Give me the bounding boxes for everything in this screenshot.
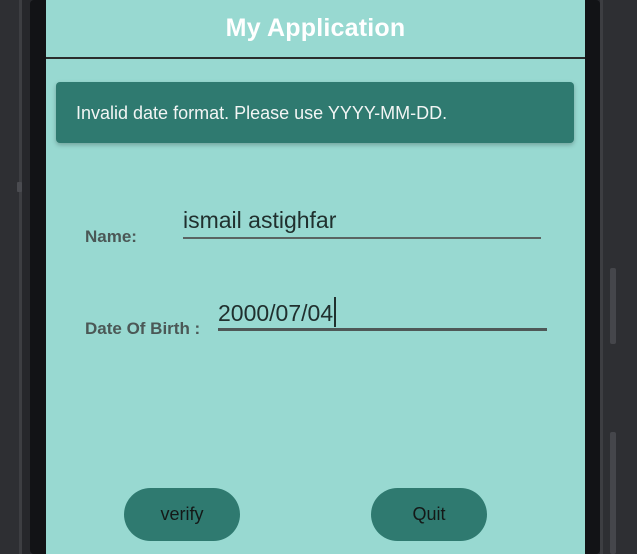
device-right-edge-highlight — [600, 0, 603, 554]
volume-button[interactable] — [610, 268, 616, 344]
dob-field-content: 2000/07/04 — [218, 297, 337, 327]
app-bar: My Application — [46, 0, 585, 59]
error-snackbar: Invalid date format. Please use YYYY-MM-… — [56, 82, 574, 143]
name-field[interactable]: ismail astighfar — [183, 207, 541, 239]
verify-button[interactable]: verify — [124, 488, 240, 541]
device-left-edge-highlight — [19, 0, 22, 554]
device-right-edge — [600, 0, 637, 554]
quit-button[interactable]: Quit — [371, 488, 487, 541]
app-screen: My Application Invalid date format. Plea… — [46, 0, 585, 554]
text-cursor — [334, 297, 337, 327]
device-frame: My Application Invalid date format. Plea… — [0, 0, 637, 554]
name-label: Name: — [85, 227, 137, 246]
app-title: My Application — [225, 14, 406, 42]
dob-label: Date Of Birth : — [85, 319, 201, 338]
error-message: Invalid date format. Please use YYYY-MM-… — [76, 103, 448, 123]
device-left-edge — [0, 0, 22, 554]
dob-field[interactable]: 2000/07/04 — [218, 297, 547, 331]
name-field-value: ismail astighfar — [183, 207, 337, 233]
name-field-underline — [183, 237, 541, 239]
dob-field-underline — [218, 328, 547, 331]
device-left-notch — [17, 182, 22, 192]
power-button[interactable] — [610, 432, 616, 554]
dob-field-value: 2000/07/04 — [218, 300, 334, 326]
